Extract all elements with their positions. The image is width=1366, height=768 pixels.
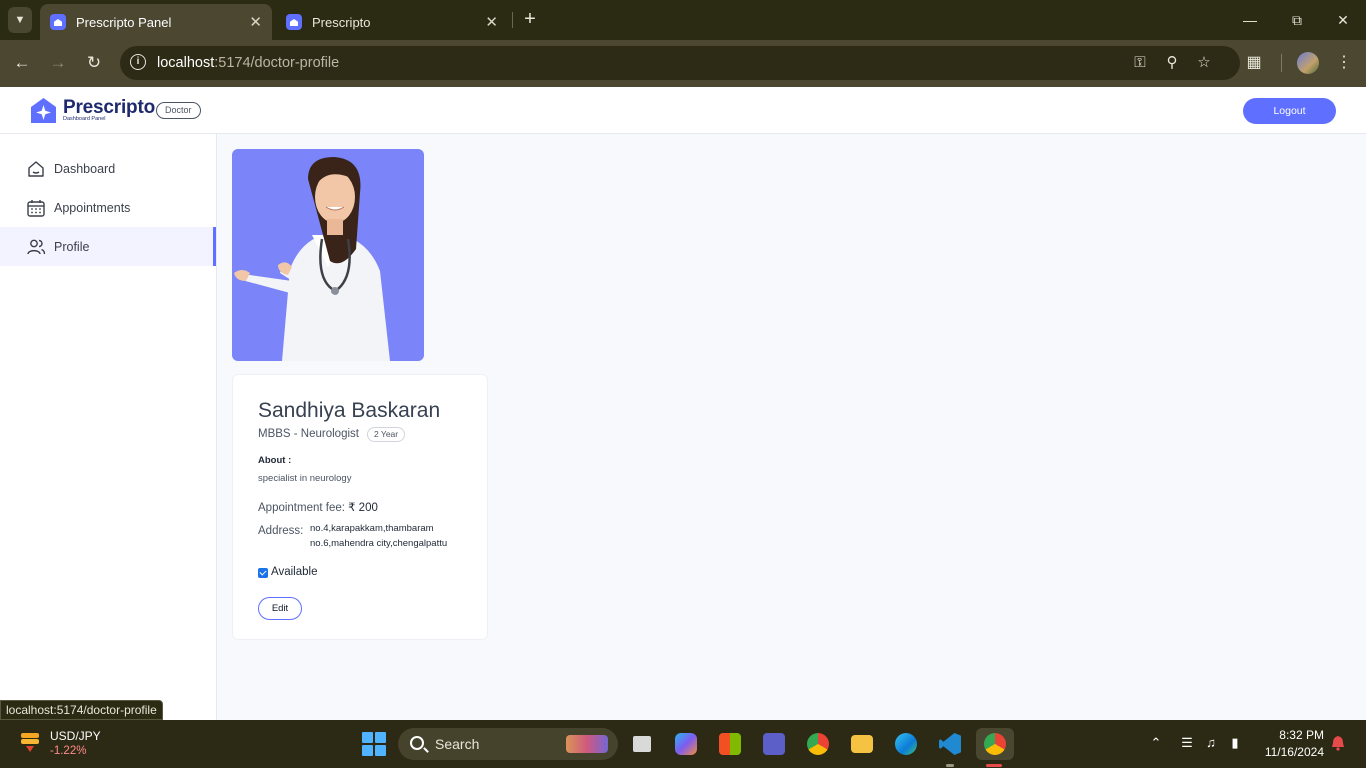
clock-time[interactable]: 8:32 PM: [1262, 728, 1324, 742]
available-label: Available: [271, 566, 318, 578]
brand-subtitle: Dashboard Panel: [63, 116, 106, 122]
new-tab-plus-icon[interactable]: +: [520, 8, 540, 32]
close-tab-icon[interactable]: ✕: [485, 13, 498, 31]
search-label: Search: [435, 736, 480, 752]
address-line-2: no.6,mahendra city,chengalpattu: [310, 538, 448, 549]
role-badge: Doctor: [156, 102, 201, 119]
app-header: Prescripto Dashboard Panel Doctor Logout: [0, 87, 1366, 134]
address-bar[interactable]: i localhost:5174/doctor-profile ⚿ ⚲ ☆: [120, 46, 1240, 80]
tab-title: Prescripto Panel: [76, 14, 172, 30]
password-key-icon[interactable]: ⚿: [1130, 53, 1150, 73]
currency-widget-icon[interactable]: [18, 730, 42, 754]
home-icon: [28, 160, 44, 177]
appointment-fee: Appointment fee: ₹ 200: [258, 500, 378, 514]
fee-label: Appointment fee:: [258, 502, 349, 514]
wifi-icon[interactable]: ☰: [1178, 734, 1196, 752]
chrome-icon[interactable]: [802, 728, 834, 760]
url-text[interactable]: localhost:5174/doctor-profile: [157, 55, 339, 71]
doctor-info-card: Sandhiya Baskaran MBBS - Neurologist 2 Y…: [232, 374, 488, 640]
widget-title[interactable]: USD/JPY: [50, 729, 101, 743]
restore-icon[interactable]: ⧉: [1285, 8, 1309, 32]
battery-icon[interactable]: ▮: [1226, 734, 1244, 752]
people-icon: [27, 239, 46, 254]
chrome-active-indicator: [986, 764, 1002, 767]
sidebar-item-label: Profile: [54, 239, 90, 254]
prescripto-logo-icon: [31, 98, 56, 123]
windows-start-icon[interactable]: [362, 732, 386, 756]
search-icon: [410, 736, 424, 750]
fee-value: ₹ 200: [348, 502, 378, 514]
close-window-icon[interactable]: ✕: [1331, 8, 1355, 32]
prescripto-favicon-icon: [50, 14, 66, 30]
logout-button[interactable]: Logout: [1243, 98, 1336, 124]
site-info-icon[interactable]: i: [130, 54, 146, 70]
sidebar: Dashboard Appointments Profile: [0, 134, 217, 720]
forward-arrow-icon[interactable]: →: [47, 52, 69, 74]
bookmark-star-icon[interactable]: ☆: [1194, 53, 1214, 73]
teams-icon[interactable]: [758, 728, 790, 760]
browser-toolbar: ← → ↻ i localhost:5174/doctor-profile ⚿ …: [0, 40, 1366, 87]
edit-button[interactable]: Edit: [258, 597, 302, 620]
chrome-profile-icon[interactable]: [976, 728, 1014, 760]
about-text: specialist in neurology: [258, 473, 352, 484]
notification-bell-icon[interactable]: [1331, 735, 1345, 751]
reload-icon[interactable]: ↻: [83, 52, 105, 74]
sidebar-item-label: Appointments: [54, 200, 131, 215]
tab-divider: [512, 12, 513, 28]
experience-badge: 2 Year: [367, 427, 406, 442]
chevron-up-icon[interactable]: ⌃: [1147, 734, 1165, 752]
extensions-puzzle-icon[interactable]: ▦: [1243, 52, 1265, 74]
back-arrow-icon[interactable]: ←: [11, 52, 33, 74]
address-line-1: no.4,karapakkam,thambaram: [310, 523, 434, 534]
doctor-degree: MBBS - Neurologist: [258, 428, 359, 440]
sidebar-item-appointments[interactable]: Appointments: [0, 188, 216, 227]
sidebar-item-label: Dashboard: [54, 161, 116, 176]
clock-date[interactable]: 11/16/2024: [1250, 745, 1324, 759]
minimize-icon[interactable]: —: [1238, 8, 1262, 32]
sidebar-item-dashboard[interactable]: Dashboard: [0, 149, 216, 188]
edge-icon[interactable]: [890, 728, 922, 760]
doctor-portrait-image: [234, 157, 390, 361]
tab-prescripto[interactable]: Prescripto ✕: [276, 4, 508, 40]
close-tab-icon[interactable]: ✕: [249, 13, 262, 31]
browser-profile-avatar[interactable]: [1297, 52, 1319, 74]
prescripto-favicon-icon: [286, 14, 302, 30]
status-bar-url: localhost:5174/doctor-profile: [0, 700, 163, 720]
tab-title: Prescripto: [312, 14, 371, 30]
available-checkbox[interactable]: [258, 568, 268, 578]
vscode-icon[interactable]: [934, 728, 966, 760]
volume-icon[interactable]: ♫: [1202, 734, 1220, 752]
search-highlight-icon: [566, 735, 608, 753]
task-view-icon[interactable]: [626, 728, 658, 760]
more-menu-icon[interactable]: ⋮: [1333, 52, 1355, 74]
tab-prescripto-panel[interactable]: Prescripto Panel ✕: [40, 4, 272, 40]
browser-tab-bar: ▼ Prescripto Panel ✕ Prescripto ✕ + — ⧉ …: [0, 0, 1366, 40]
calendar-icon: [27, 199, 45, 217]
tab-search-chevron-icon[interactable]: ▼: [8, 7, 32, 33]
toolbar-divider: [1281, 54, 1282, 72]
microsoft-store-icon[interactable]: [714, 728, 746, 760]
address-label: Address:: [258, 525, 304, 537]
doctor-name: Sandhiya Baskaran: [258, 399, 441, 422]
windows-taskbar: USD/JPY -1.22% Search ⌃ ☰ ♫ ▮ 8:32 PM 11…: [0, 720, 1366, 768]
about-label: About :: [258, 455, 292, 466]
copilot-icon[interactable]: [670, 728, 702, 760]
sidebar-item-profile[interactable]: Profile: [0, 227, 216, 266]
taskbar-search[interactable]: Search: [398, 728, 618, 760]
file-explorer-icon[interactable]: [846, 728, 878, 760]
vscode-running-indicator: [946, 764, 954, 767]
doctor-photo: [232, 149, 424, 361]
widget-value[interactable]: -1.22%: [50, 745, 86, 757]
zoom-icon[interactable]: ⚲: [1162, 53, 1182, 73]
